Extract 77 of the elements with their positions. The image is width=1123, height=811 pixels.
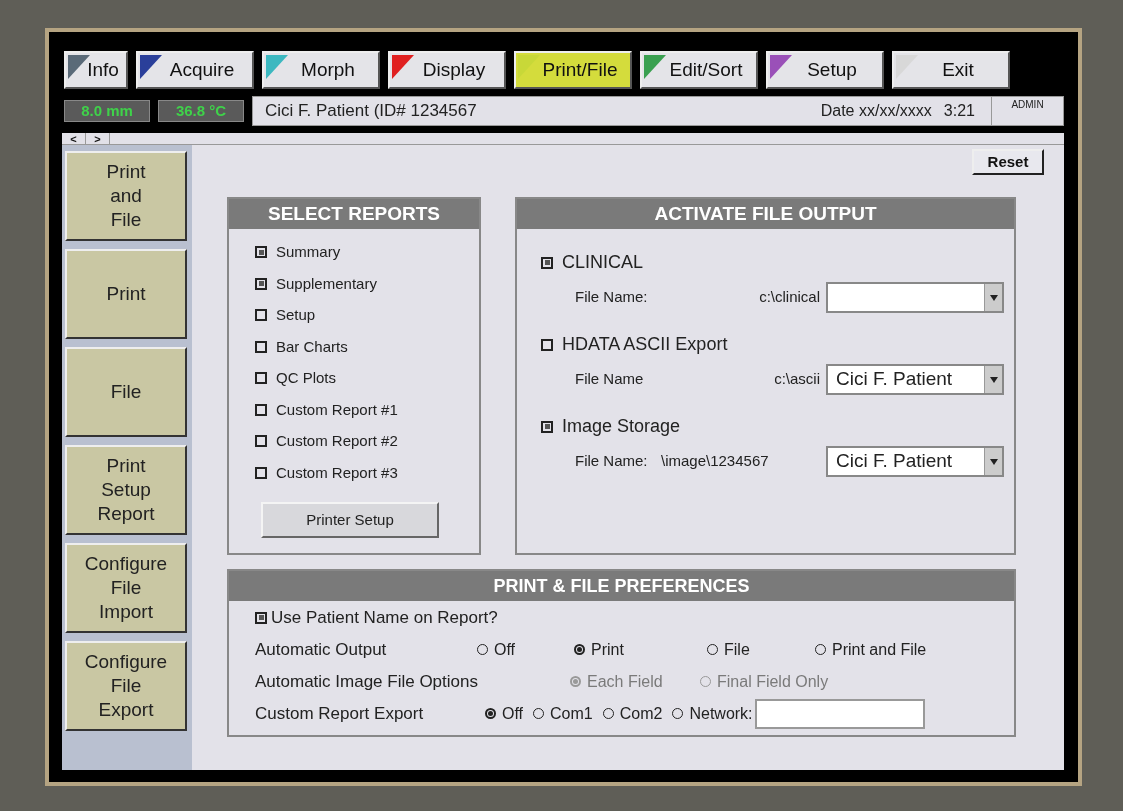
preference-label: Custom Report Export [255,702,425,725]
tab[interactable]: Acquire [136,51,254,89]
checkbox[interactable] [541,420,553,433]
dropdown-arrow-icon [989,376,998,383]
tab[interactable]: Display [388,51,506,89]
dropdown-arrow-icon [989,294,998,301]
temperature-indicator: 36.8 °C [158,100,244,122]
checkbox[interactable] [541,256,553,269]
checkbox[interactable] [255,246,267,259]
preference-label: Automatic Output [255,638,388,661]
sidebar-button[interactable]: File [65,347,187,437]
file-name-label: File Name [575,369,645,390]
radio-label: Final Field Only [717,671,829,692]
radio-label: Off [502,703,524,724]
dropdown[interactable]: Cici F. Patient [826,364,1004,395]
date-label: Date xx/xx/xxxx [820,101,932,121]
file-name-label: File Name: [575,451,649,472]
panel-header: SELECT REPORTS [229,199,479,229]
report-label: Custom Report #3 [276,462,398,483]
option-label: Use Patient Name on Report? [271,607,498,629]
reset-button[interactable]: Reset [972,149,1044,175]
checkbox[interactable] [255,309,267,322]
radio-button[interactable] [574,644,585,655]
time-label: 3:21 [943,101,975,121]
checkbox[interactable] [255,372,267,385]
checkbox[interactable] [255,435,267,448]
radio-label: Com2 [619,703,663,724]
patient-name: Cici F. Patient (ID# 1234567 [265,100,477,123]
output-label: HDATA ASCII Export [562,333,728,356]
checkbox[interactable] [255,277,267,290]
sidebar-button[interactable]: Print Setup Report [65,445,187,535]
sidebar-button[interactable]: Configure File Export [65,641,187,731]
radio-button[interactable] [485,708,496,719]
tab[interactable]: Info [64,51,128,89]
radio-label: File [724,639,750,660]
network-field[interactable] [754,698,925,729]
file-name-label: File Name: [575,287,649,308]
tab[interactable]: Edit/Sort [640,51,758,89]
file-path: c:\ascii [773,369,820,390]
dropdown[interactable] [826,282,1004,313]
tab[interactable]: Setup [766,51,884,89]
radio-label: Print [591,639,624,660]
radio-label: Network: [689,703,753,724]
checkbox[interactable] [255,611,267,624]
printer-setup-button[interactable]: Printer Setup [261,502,439,538]
checkbox[interactable] [541,338,553,351]
report-label: Summary [276,242,341,262]
tab[interactable]: Exit [892,51,1010,89]
radio-label: Com1 [550,703,593,724]
panel-header: PRINT & FILE PREFERENCES [229,571,1014,601]
sidebar-button[interactable]: Print [65,249,187,339]
output-label: CLINICAL [562,251,644,274]
report-label: Custom Report #2 [276,431,398,451]
tab[interactable]: Print/File [514,51,632,89]
radio-label: Off [494,639,516,660]
file-path: \image\1234567 [661,451,770,472]
dropdown[interactable]: Cici F. Patient [826,446,1004,477]
checkbox[interactable] [255,340,267,353]
tab[interactable]: Morph [262,51,380,89]
checkbox[interactable] [255,403,267,416]
output-label: Image Storage [562,415,681,438]
sidebar-button[interactable]: Configure File Import [65,543,187,633]
file-path: c:\clinical [758,287,820,308]
report-label: Supplementary [276,273,377,294]
radio-label: Print and File [832,639,927,660]
report-label: Bar Charts [276,336,348,357]
preference-label: Automatic Image File Options [255,670,479,693]
report-label: Setup [276,305,316,325]
sidebar-button[interactable]: Print and File [65,151,187,241]
report-label: Custom Report #1 [276,399,398,420]
report-label: QC Plots [276,368,336,388]
user-badge: ADMIN [991,97,1063,125]
checkbox[interactable] [255,466,267,479]
thickness-indicator: 8.0 mm [64,100,150,122]
panel-header: ACTIVATE FILE OUTPUT [517,199,1014,229]
dropdown-arrow-icon [989,458,998,465]
radio-label: Each Field [587,671,663,692]
